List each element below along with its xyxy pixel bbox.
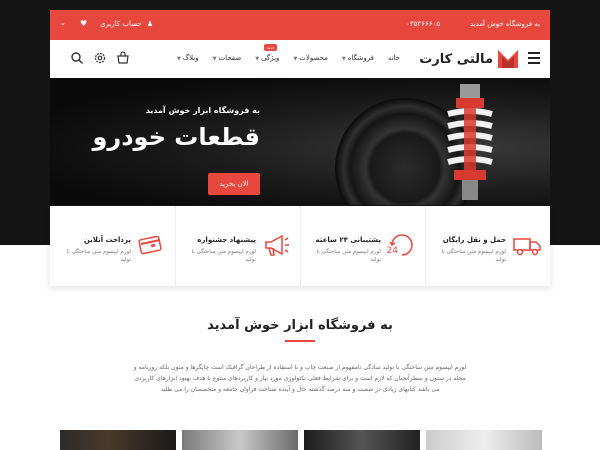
megaphone-icon	[265, 234, 289, 256]
new-badge: جدید	[263, 44, 278, 51]
feature-desc: لورم ایپسوم متن ساختگی با تولید	[316, 249, 381, 263]
nav-item-label: فروشگاه	[347, 54, 374, 62]
account-label: حساب کاربری	[100, 20, 142, 28]
account-link[interactable]: ♟ حساب کاربری	[100, 20, 153, 28]
nav-menu: خانه فروشگاه▼ محصولات▼ جدید ویژگی▼ صفحات▼…	[177, 44, 400, 62]
hero-banner: به فروشگاه ابزار خوش آمدید قطعات خودرو ا…	[50, 78, 550, 205]
nav-icons	[70, 51, 130, 65]
heart-icon[interactable]: ♥	[80, 19, 87, 28]
site-logo[interactable]: مالتی کارت	[419, 48, 518, 70]
product-thumbnail[interactable]	[304, 430, 420, 450]
feature-title: پشتیبانی ۲۴ ساعته	[315, 236, 382, 244]
nav-item-blog[interactable]: وبلاگ▼	[177, 54, 199, 62]
nav-item-label: صفحات	[218, 54, 242, 62]
hero-subtitle: به فروشگاه ابزار خوش آمدید	[145, 106, 260, 115]
feature-title: حمل و نقل رایگان	[442, 236, 506, 244]
gear-icon[interactable]	[93, 51, 107, 65]
truck-icon	[513, 238, 541, 256]
nav-item-features[interactable]: جدید ویژگی▼	[255, 44, 280, 62]
hamburger-menu-icon[interactable]	[528, 52, 540, 64]
feature-desc: لورم ایپسوم متن ساختگی با تولید	[441, 249, 506, 263]
hero-title: قطعات خودرو	[92, 123, 260, 151]
feature-title: پرداخت آنلاین	[83, 236, 131, 244]
search-icon[interactable]	[70, 51, 84, 65]
feature-desc: لورم ایپسوم متن ساختگی با تولید	[191, 249, 256, 263]
title-underline	[285, 340, 315, 342]
top-bar: به فروشگاه خوش آمدید ۰۳۵۳۶۶۶۰۵ ♟ حساب کا…	[50, 10, 550, 40]
nav-item-home[interactable]: خانه	[388, 54, 400, 62]
nav-item-label: وبلاگ	[182, 54, 199, 62]
svg-text:24: 24	[387, 246, 398, 256]
product-thumbnail[interactable]	[182, 430, 298, 450]
main-navbar: مالتی کارت خانه فروشگاه▼ محصولات▼ جدید وی…	[50, 40, 550, 78]
welcome-section-title: به فروشگاه ابزار خوش آمدید	[207, 318, 393, 333]
nav-item-label: محصولات	[299, 54, 328, 62]
nav-item-pages[interactable]: صفحات▼	[213, 54, 242, 62]
welcome-text: به فروشگاه خوش آمدید	[470, 20, 540, 28]
phone-number[interactable]: ۰۳۵۳۶۶۶۰۵	[406, 20, 440, 28]
feature-festival-offer: پیشنهاد جشنواره لورم ایپسوم متن ساختگی ب…	[175, 206, 300, 286]
product-thumbnail[interactable]	[60, 430, 176, 450]
chevron-down-icon[interactable]: ⌄	[60, 19, 66, 27]
shock-absorber-image	[447, 84, 493, 200]
nav-item-products[interactable]: محصولات▼	[293, 54, 327, 62]
shop-now-button[interactable]: الان بخرید	[208, 173, 260, 195]
feature-online-payment: پرداخت آنلاین لورم ایپسوم متن ساختگی با …	[50, 206, 175, 286]
user-icon: ♟	[146, 20, 154, 28]
chevron-down-icon: ▼	[255, 56, 260, 62]
feature-desc: لورم ایپسوم متن ساختگی با تولید	[66, 249, 131, 263]
chevron-down-icon: ▼	[293, 56, 298, 62]
logo-mark-icon	[498, 50, 518, 68]
chevron-down-icon: ▼	[212, 56, 217, 62]
feature-free-shipping: حمل و نقل رایگان لورم ایپسوم متن ساختگی …	[425, 206, 550, 286]
support-24-icon: 24	[387, 234, 413, 256]
hero-text-block: به فروشگاه ابزار خوش آمدید قطعات خودرو	[92, 106, 260, 173]
nav-item-shop[interactable]: فروشگاه▼	[342, 54, 374, 62]
welcome-section-text: لورم ایپسوم متن ساختگی با تولید سادگی نا…	[133, 364, 467, 393]
credit-card-icon	[138, 235, 162, 255]
product-thumbnail[interactable]	[426, 430, 542, 450]
features-strip: حمل و نقل رایگان لورم ایپسوم متن ساختگی …	[50, 206, 550, 286]
feature-support: 24 پشتیبانی ۲۴ ساعته لورم ایپسوم متن ساخ…	[300, 206, 425, 286]
feature-title: پیشنهاد جشنواره	[197, 236, 256, 244]
nav-item-label: خانه	[387, 54, 400, 62]
nav-item-label: ویژگی	[261, 54, 280, 62]
chevron-down-icon: ▼	[176, 56, 181, 62]
logo-text: مالتی کارت	[419, 51, 493, 67]
chevron-down-icon: ▼	[341, 56, 346, 62]
cart-icon[interactable]	[116, 51, 130, 65]
